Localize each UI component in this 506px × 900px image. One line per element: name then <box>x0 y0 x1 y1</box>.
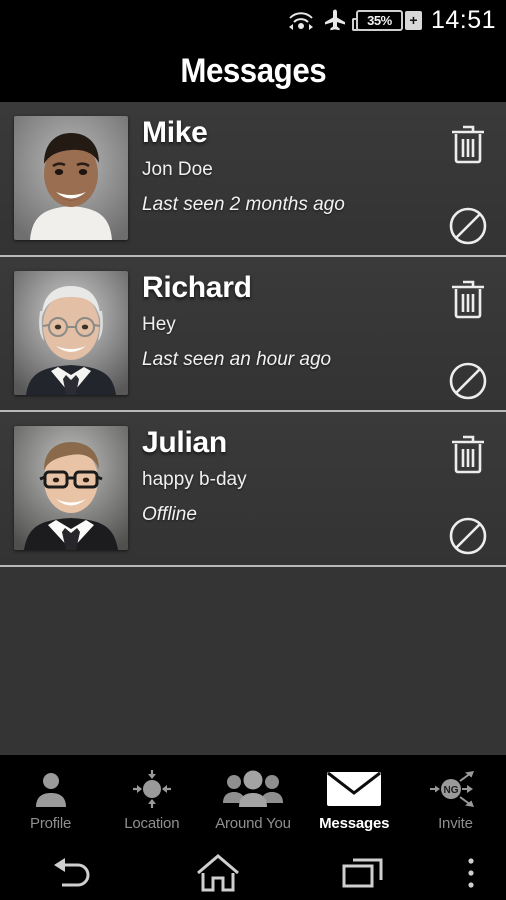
conversation-text: Julian happy b-day Offline <box>142 426 430 525</box>
home-icon[interactable] <box>145 845 290 900</box>
tab-label: Messages <box>319 815 390 832</box>
conversation-row[interactable]: Richard Hey Last seen an hour ago <box>0 257 506 412</box>
last-message: Jon Doe <box>142 159 213 180</box>
block-icon[interactable] <box>447 205 489 252</box>
conversation-row[interactable]: Julian happy b-day Offline <box>0 412 506 567</box>
tab-label: Around You <box>215 815 291 832</box>
row-actions <box>430 116 506 252</box>
last-seen-status: Last seen an hour ago <box>142 349 332 370</box>
bottom-tab-bar: Profile Location Around You Messages NG … <box>0 755 506 845</box>
app-header: Messages <box>0 40 506 102</box>
tab-label: Location <box>124 815 180 832</box>
tab-label: Profile <box>30 815 72 832</box>
status-bar: 35% + 14:51 <box>0 0 506 40</box>
phone-screen: 35% + 14:51 Messages Mike Jon Doe Last s… <box>0 0 506 900</box>
block-icon[interactable] <box>447 360 489 407</box>
trash-icon[interactable] <box>448 432 488 481</box>
conversation-list[interactable]: Mike Jon Doe Last seen 2 months ago Rich… <box>0 102 506 755</box>
avatar[interactable] <box>0 426 142 550</box>
tab-profile[interactable]: Profile <box>0 755 101 845</box>
recent-apps-icon[interactable] <box>291 845 436 900</box>
conversation-text: Mike Jon Doe Last seen 2 months ago <box>142 116 430 215</box>
row-actions <box>430 426 506 562</box>
tab-invite[interactable]: NG Invite <box>405 755 506 845</box>
battery-percent: 35% <box>367 12 392 28</box>
tab-label: Invite <box>438 815 473 832</box>
system-navigation-bar <box>0 845 506 900</box>
row-actions <box>430 271 506 407</box>
contact-name: Richard <box>142 271 252 304</box>
page-title: Messages <box>180 51 326 90</box>
last-message: Hey <box>142 314 176 335</box>
trash-icon[interactable] <box>448 122 488 171</box>
status-bar-clock: 14:51 <box>430 5 496 34</box>
contact-name: Julian <box>142 426 227 459</box>
conversation-text: Richard Hey Last seen an hour ago <box>142 271 430 370</box>
overflow-menu-icon[interactable] <box>436 845 506 900</box>
battery-charging-plus-icon: + <box>404 10 422 30</box>
last-seen-status: Offline <box>142 504 197 525</box>
last-message: happy b-day <box>142 469 247 490</box>
avatar[interactable] <box>0 271 142 395</box>
invite-badge-text: NG <box>444 785 459 796</box>
block-icon[interactable] <box>447 515 489 562</box>
airplane-mode-icon <box>323 8 347 32</box>
contact-name: Mike <box>142 116 208 149</box>
conversation-row[interactable]: Mike Jon Doe Last seen 2 months ago <box>0 102 506 257</box>
invite-share-ng-icon: NG <box>427 768 483 810</box>
person-icon <box>31 768 71 810</box>
tab-location[interactable]: Location <box>101 755 202 845</box>
trash-icon[interactable] <box>448 277 488 326</box>
battery-icon: 35% + <box>351 9 422 31</box>
envelope-icon <box>326 768 382 810</box>
people-group-icon <box>221 768 285 810</box>
back-icon[interactable] <box>0 845 145 900</box>
last-seen-status: Last seen 2 months ago <box>142 194 345 215</box>
location-target-icon <box>129 768 175 810</box>
tab-messages[interactable]: Messages <box>304 755 405 845</box>
tab-around-you[interactable]: Around You <box>202 755 303 845</box>
wifi-icon <box>288 9 314 31</box>
avatar[interactable] <box>0 116 142 240</box>
